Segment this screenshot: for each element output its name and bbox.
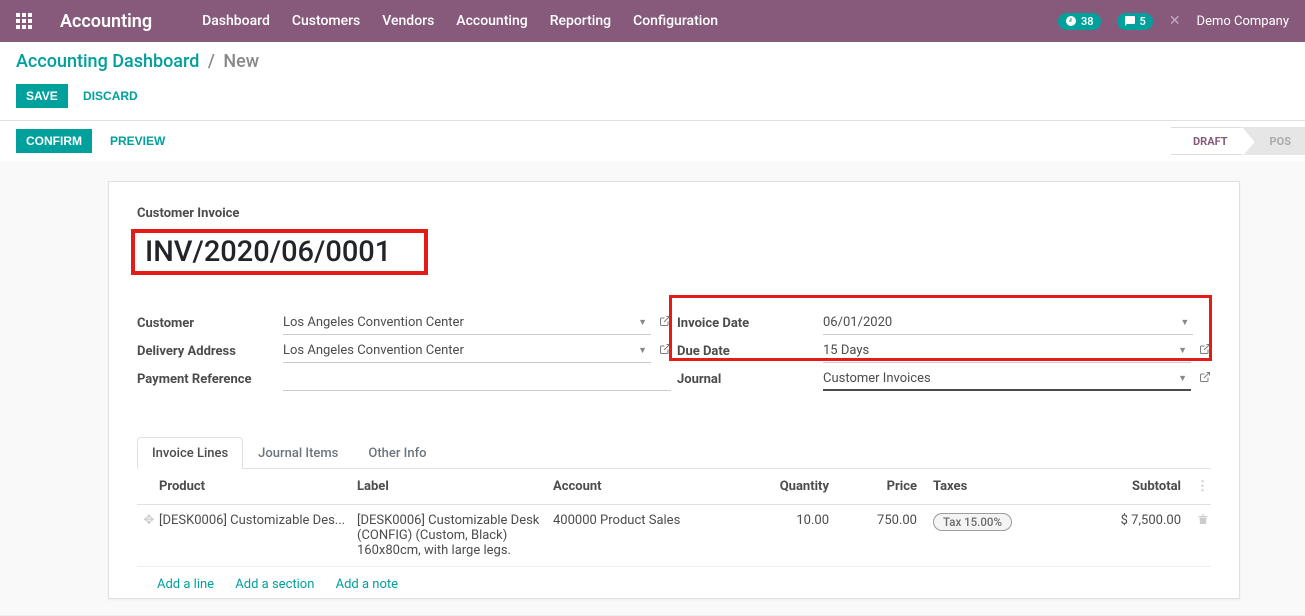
delivery-label: Delivery Address	[137, 344, 283, 359]
chevron-down-icon: ▼	[1180, 317, 1189, 328]
th-price: Price	[847, 479, 933, 494]
th-quantity: Quantity	[735, 479, 847, 494]
row-taxes[interactable]: Tax 15.00%	[933, 513, 1101, 558]
status-bar: DRAFT POS	[1171, 127, 1305, 155]
row-subtotal: $ 7,500.00	[1101, 513, 1187, 558]
chevron-down-icon: ▼	[1178, 345, 1187, 356]
add-row: Add a line Add a section Add a note	[137, 567, 1211, 598]
status-draft-label: DRAFT	[1193, 135, 1228, 148]
confirm-button[interactable]: CONFIRM	[16, 129, 92, 153]
th-subtotal: Subtotal	[1101, 479, 1187, 494]
breadcrumb: Accounting Dashboard / New	[16, 51, 1289, 72]
breadcrumb-sep: /	[208, 51, 215, 72]
chevron-down-icon: ▼	[638, 317, 647, 328]
due-date-value: 15 Days	[823, 343, 869, 358]
row-label[interactable]: [DESK0006] Customizable Desk (CONFIG) (C…	[357, 513, 553, 558]
external-link-icon[interactable]	[1199, 371, 1211, 387]
customer-field[interactable]: Los Angeles Convention Center ▼	[283, 311, 651, 335]
nav-vendors[interactable]: Vendors	[382, 13, 434, 29]
clock-badge[interactable]: 38	[1058, 13, 1101, 30]
invoice-title-label: Customer Invoice	[137, 206, 1211, 221]
delivery-field[interactable]: Los Angeles Convention Center ▼	[283, 339, 651, 363]
app-name: Accounting	[60, 11, 152, 32]
add-line-link[interactable]: Add a line	[157, 577, 214, 592]
add-note-link[interactable]: Add a note	[336, 577, 398, 592]
table-row[interactable]: ✥ [DESK0006] Customizable Des... [DESK00…	[137, 505, 1211, 567]
row-account[interactable]: 400000 Product Sales	[553, 513, 735, 558]
th-menu[interactable]: ⋮	[1187, 479, 1209, 494]
nav-customers[interactable]: Customers	[292, 13, 360, 29]
tabs: Invoice Lines Journal Items Other Info	[137, 437, 1211, 469]
invoice-number-highlight: INV/2020/06/0001	[131, 229, 428, 275]
th-account: Account	[553, 479, 735, 494]
th-product: Product	[159, 479, 357, 494]
customer-label: Customer	[137, 316, 283, 331]
nav-dashboard[interactable]: Dashboard	[202, 13, 270, 29]
apps-icon[interactable]	[16, 13, 32, 29]
th-taxes: Taxes	[933, 479, 1101, 494]
customer-value: Los Angeles Convention Center	[283, 315, 464, 330]
payment-ref-label: Payment Reference	[137, 372, 283, 387]
row-product[interactable]: [DESK0006] Customizable Des...	[159, 513, 357, 558]
payment-ref-field[interactable]	[283, 367, 671, 391]
nav-accounting[interactable]: Accounting	[456, 13, 527, 29]
th-label: Label	[357, 479, 553, 494]
status-posted-label: POS	[1270, 135, 1291, 148]
invoice-date-field[interactable]: 06/01/2020 ▼	[823, 311, 1193, 335]
nav-configuration[interactable]: Configuration	[633, 13, 718, 29]
chevron-down-icon: ▼	[1178, 373, 1187, 384]
status-draft[interactable]: DRAFT	[1171, 127, 1242, 155]
nav-reporting[interactable]: Reporting	[550, 13, 611, 29]
drag-handle-icon[interactable]: ✥	[139, 513, 159, 558]
tab-invoice-lines[interactable]: Invoice Lines	[137, 437, 243, 469]
company-name[interactable]: Demo Company	[1197, 14, 1289, 29]
row-quantity[interactable]: 10.00	[735, 513, 847, 558]
gear-icon[interactable]: ✕	[1169, 13, 1181, 29]
tax-tag[interactable]: Tax 15.00%	[933, 513, 1012, 531]
clock-badge-count: 38	[1081, 15, 1094, 28]
delivery-value: Los Angeles Convention Center	[283, 343, 464, 358]
delete-row-icon[interactable]	[1187, 513, 1209, 558]
journal-field[interactable]: Customer Invoices ▼	[823, 367, 1191, 391]
chat-badge-count: 5	[1140, 15, 1146, 28]
table-header: Product Label Account Quantity Price Tax…	[137, 469, 1211, 505]
breadcrumb-current: New	[223, 51, 259, 72]
save-button[interactable]: SAVE	[16, 84, 68, 108]
add-section-link[interactable]: Add a section	[235, 577, 314, 592]
invoice-number: INV/2020/06/0001	[145, 235, 391, 269]
journal-label: Journal	[677, 372, 823, 387]
invoice-date-value: 06/01/2020	[823, 315, 892, 330]
preview-button[interactable]: PREVIEW	[110, 134, 165, 148]
journal-value: Customer Invoices	[823, 371, 931, 386]
chat-badge[interactable]: 5	[1117, 13, 1153, 30]
due-date-field[interactable]: 15 Days ▼	[823, 339, 1191, 363]
tab-journal-items[interactable]: Journal Items	[243, 437, 353, 469]
discard-button[interactable]: DISCARD	[83, 89, 138, 103]
nav-menu: Dashboard Customers Vendors Accounting R…	[202, 13, 718, 29]
row-price[interactable]: 750.00	[847, 513, 933, 558]
chevron-down-icon: ▼	[638, 345, 647, 356]
breadcrumb-root[interactable]: Accounting Dashboard	[16, 51, 199, 72]
tab-other-info[interactable]: Other Info	[353, 437, 441, 469]
